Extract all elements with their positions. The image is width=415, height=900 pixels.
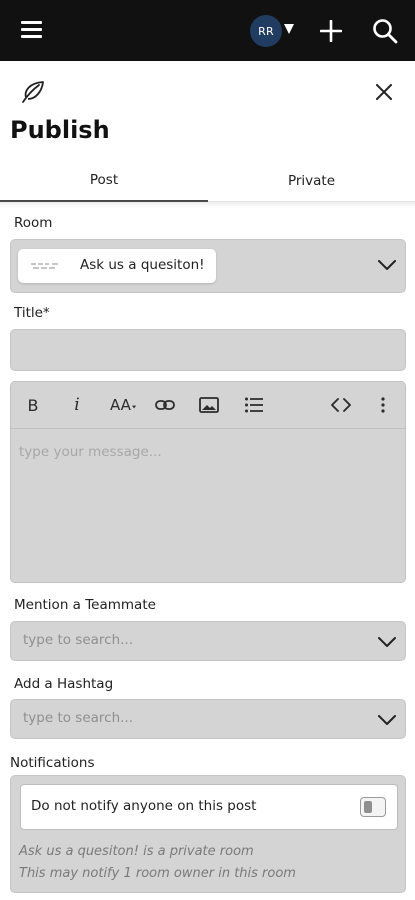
more-options-icon[interactable] <box>377 394 389 416</box>
chevron-down-icon[interactable] <box>378 260 396 270</box>
hamburger-menu-icon[interactable] <box>21 21 42 39</box>
tabs-divider <box>0 202 415 208</box>
notifications-label: Notifications <box>10 755 95 771</box>
notification-note: Ask us a quesiton! is a private room <box>19 844 254 859</box>
font-size-icon[interactable]: AA <box>110 394 136 416</box>
close-icon[interactable] <box>375 83 393 101</box>
top-bar: RR <box>0 0 415 61</box>
code-icon[interactable] <box>330 394 352 416</box>
mention-label: Mention a Teammate <box>14 597 156 613</box>
notify-option[interactable]: Do not notify anyone on this post <box>20 784 398 830</box>
toggle-knob <box>364 801 372 813</box>
font-size-caret-icon <box>131 405 136 409</box>
notification-note: This may notify 1 room owner in this roo… <box>19 866 296 881</box>
notifications-panel: Do not notify anyone on this post Ask us… <box>10 775 406 893</box>
font-size-label: AA <box>110 396 131 414</box>
hashtag-label: Add a Hashtag <box>14 676 114 692</box>
bold-icon[interactable]: B <box>25 394 41 416</box>
message-editor: B i AA type your message... <box>10 381 406 583</box>
chevron-down-icon[interactable] <box>378 637 396 647</box>
room-label: Room <box>14 215 53 231</box>
hashtag-search-input[interactable]: type to search... <box>23 710 133 726</box>
editor-toolbar: B i AA <box>11 382 405 429</box>
title-input[interactable] <box>10 329 406 371</box>
room-selected-label: Ask us a quesiton! <box>80 257 205 273</box>
bulleted-list-icon[interactable] <box>243 394 265 416</box>
notify-option-label: Do not notify anyone on this post <box>31 798 257 814</box>
search-icon[interactable] <box>372 18 398 44</box>
tabs: Post Private <box>0 160 415 202</box>
feather-icon <box>22 81 44 103</box>
mention-search-input[interactable]: type to search... <box>23 632 133 648</box>
room-chip[interactable]: Ask us a quesiton! <box>18 249 216 283</box>
page-title: Publish <box>10 116 110 144</box>
image-icon[interactable] <box>198 394 220 416</box>
link-icon[interactable] <box>154 394 176 416</box>
notify-toggle[interactable] <box>360 797 386 817</box>
tab-private[interactable]: Private <box>208 160 415 202</box>
italic-icon[interactable]: i <box>69 394 85 416</box>
mention-select[interactable]: type to search... <box>10 621 406 661</box>
tab-post[interactable]: Post <box>0 160 208 202</box>
avatar[interactable]: RR <box>250 15 282 47</box>
message-input[interactable]: type your message... <box>19 444 162 460</box>
chevron-down-icon[interactable] <box>378 715 396 725</box>
plus-icon[interactable] <box>320 20 342 42</box>
room-thumbnail-icon <box>31 263 58 269</box>
title-label: Title* <box>14 305 50 321</box>
caret-down-icon[interactable] <box>284 24 294 34</box>
hashtag-select[interactable]: type to search... <box>10 699 406 739</box>
